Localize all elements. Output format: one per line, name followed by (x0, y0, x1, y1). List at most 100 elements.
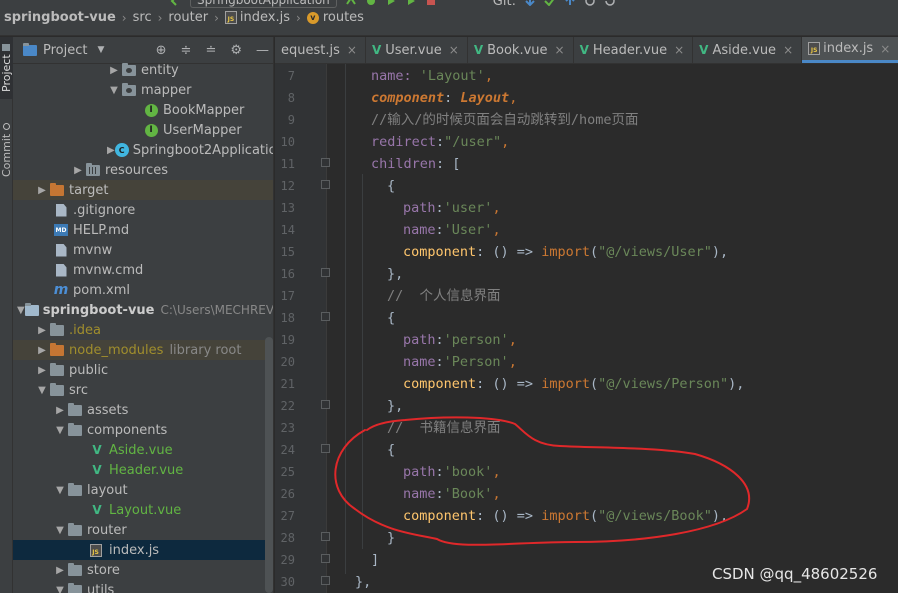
chevron-right-icon[interactable]: ▶ (107, 65, 121, 76)
fold-marker-icon[interactable] (321, 444, 330, 453)
chevron-down-icon[interactable]: ▼ (53, 425, 67, 436)
tab-header-vue[interactable]: V Header.vue × (574, 37, 694, 63)
tree-item-assets[interactable]: ▶ assets (13, 400, 273, 420)
tree-item-components[interactable]: ▼ components (13, 420, 273, 440)
breadcrumb-router[interactable]: router (168, 10, 208, 25)
tab-index-js[interactable]: JS index.js × (802, 37, 898, 63)
code-editor[interactable]: 7 8 9 10 11 12 13 14 15 16 17 18 19 20 2… (275, 64, 898, 593)
code-line-11: children: [ (371, 153, 460, 175)
tab-aside-vue[interactable]: V Aside.vue × (693, 37, 803, 63)
tree-item-pom-xml[interactable]: m pom.xml (13, 280, 273, 300)
locate-icon[interactable]: ⊕ (156, 43, 167, 58)
tree-item-layout-vue[interactable]: V Layout.vue (13, 500, 273, 520)
token: 'person' (443, 332, 509, 348)
tree-item-index-js[interactable]: JS index.js (13, 540, 273, 560)
tree-item-mapper[interactable]: ▼ mapper (13, 80, 273, 100)
fold-marker-icon[interactable] (321, 400, 330, 409)
tree-item-store[interactable]: ▶ store (13, 560, 273, 580)
fold-marker-icon[interactable] (321, 576, 330, 585)
tree-item-springboot-vue[interactable]: ▼ springboot-vue C:\Users\MECHREVO (13, 300, 273, 320)
git-commit-icon[interactable] (544, 0, 556, 6)
tree-item-src[interactable]: ▼ src (13, 380, 273, 400)
close-icon[interactable]: × (555, 43, 565, 57)
git-update-icon[interactable] (524, 0, 536, 6)
tree-item-router[interactable]: ▼ router (13, 520, 273, 540)
tree-item-idea[interactable]: ▶ .idea (13, 320, 273, 340)
fold-marker-icon[interactable] (321, 180, 330, 189)
fold-marker-icon[interactable] (321, 532, 330, 541)
run-configuration-select[interactable]: SpringbootApplication (190, 0, 337, 8)
chevron-right-icon[interactable]: ▶ (35, 365, 49, 376)
chevron-down-icon[interactable]: ▼ (107, 85, 121, 96)
stop-icon[interactable] (425, 0, 437, 6)
tree-item-help-md[interactable]: MD HELP.md (13, 220, 273, 240)
fold-marker-icon[interactable] (321, 554, 330, 563)
side-tab-commit[interactable]: Commit (0, 117, 13, 183)
chevron-right-icon[interactable]: ▶ (35, 345, 49, 356)
fold-marker-icon[interactable] (321, 158, 330, 167)
tree-item-target[interactable]: ▶ target (13, 180, 273, 200)
chevron-right-icon[interactable]: ▶ (107, 145, 115, 156)
git-push-icon[interactable] (564, 0, 576, 6)
run-icon[interactable] (385, 0, 397, 6)
collapse-all-icon[interactable]: ≐ (205, 43, 216, 58)
chevron-down-icon[interactable]: ▼ (35, 385, 49, 396)
close-icon[interactable]: × (783, 43, 793, 57)
tab-request-js[interactable]: equest.js × (275, 37, 366, 63)
tree-item-header-vue[interactable]: V Header.vue (13, 460, 273, 480)
tab-user-vue[interactable]: V User.vue × (366, 37, 468, 63)
project-scrollbar[interactable] (265, 337, 273, 593)
side-tab-project[interactable]: Project (0, 37, 13, 99)
history-icon[interactable] (584, 0, 596, 6)
tree-item-mvnw-cmd[interactable]: mvnw.cmd (13, 260, 273, 280)
breadcrumb-file[interactable]: JS index.js (224, 10, 290, 25)
chevron-right-icon[interactable]: ▶ (53, 565, 67, 576)
variable-icon: v (306, 11, 319, 24)
tree-item-mvnw[interactable]: mvnw (13, 240, 273, 260)
expand-all-icon[interactable]: ≑ (181, 43, 192, 58)
maven-file-icon: m (53, 282, 69, 298)
chevron-right-icon[interactable]: ▶ (35, 325, 49, 336)
tree-item-gitignore[interactable]: .gitignore (13, 200, 273, 220)
tree-item-bookmapper[interactable]: I BookMapper (13, 100, 273, 120)
coverage-icon[interactable] (405, 0, 417, 6)
chevron-down-icon[interactable]: ▼ (53, 525, 67, 536)
fold-marker-icon[interactable] (321, 268, 330, 277)
debug-icon[interactable] (365, 0, 377, 6)
close-icon[interactable]: × (880, 42, 890, 56)
token: : () => (476, 244, 542, 260)
chevron-down-icon[interactable]: ▼ (53, 485, 67, 496)
chevron-down-icon[interactable]: ▼ (53, 585, 67, 593)
chevron-right-icon[interactable]: ▶ (35, 185, 49, 196)
hide-icon[interactable]: — (256, 43, 269, 58)
rollback-icon[interactable] (604, 0, 616, 6)
back-arrow-icon[interactable] (170, 0, 182, 6)
tree-item-node-modules[interactable]: ▶ node_modules library root (13, 340, 273, 360)
token: children (371, 156, 437, 172)
package-folder-icon (121, 62, 137, 77)
tree-item-layout[interactable]: ▼ layout (13, 480, 273, 500)
breadcrumb-project[interactable]: springboot-vue (4, 10, 116, 25)
build-icon[interactable] (345, 0, 357, 6)
project-view-select[interactable]: Project (43, 43, 87, 58)
chevron-down-icon[interactable]: ▼ (97, 45, 104, 55)
close-icon[interactable]: × (674, 43, 684, 57)
breadcrumb-src[interactable]: src (133, 10, 152, 25)
chevron-right-icon[interactable]: ▶ (53, 405, 67, 416)
tree-item-usermapper[interactable]: I UserMapper (13, 120, 273, 140)
tab-book-vue[interactable]: V Book.vue × (468, 37, 574, 63)
token: component (403, 376, 477, 392)
chevron-right-icon[interactable]: ▶ (71, 165, 85, 176)
tree-item-aside-vue[interactable]: V Aside.vue (13, 440, 273, 460)
tree-item-utils[interactable]: ▼ utils (13, 580, 273, 593)
breadcrumb-symbol[interactable]: v routes (306, 10, 364, 25)
chevron-down-icon[interactable]: ▼ (17, 305, 25, 316)
close-icon[interactable]: × (449, 43, 459, 57)
gear-icon[interactable]: ⚙ (230, 43, 242, 58)
tree-item-entity[interactable]: ▶ entity (13, 60, 273, 80)
tree-item-resources[interactable]: ▶ resources (13, 160, 273, 180)
tree-item-springboot2application[interactable]: ▶ C Springboot2Application (13, 140, 273, 160)
fold-marker-icon[interactable] (321, 312, 330, 321)
close-icon[interactable]: × (347, 43, 357, 57)
tree-item-public[interactable]: ▶ public (13, 360, 273, 380)
